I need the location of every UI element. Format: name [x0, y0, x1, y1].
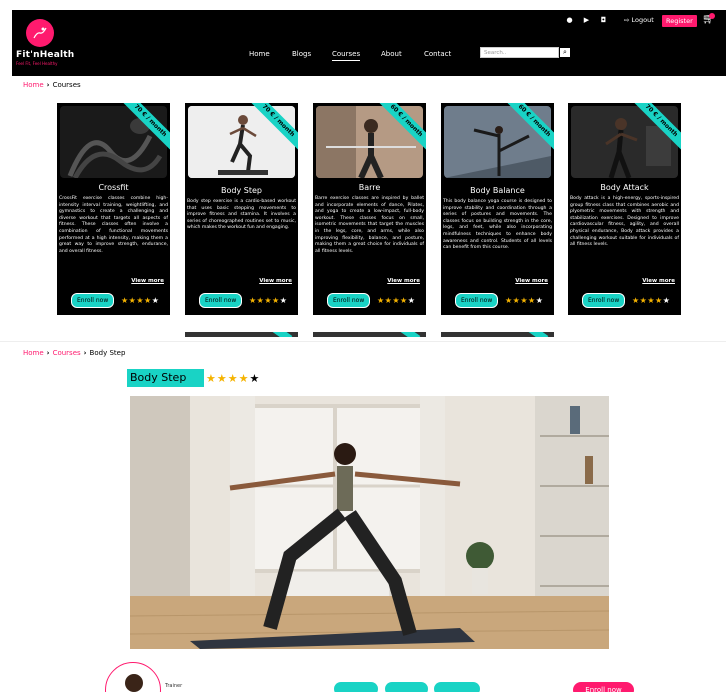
course-card-crossfit: 70 € / month Crossfit CrossFit exercise … [57, 103, 170, 315]
course-description: Barre exercise classes are inspired by b… [315, 196, 424, 254]
course-title: Barre [358, 183, 381, 192]
course-card-peek [185, 332, 298, 337]
breadcrumb-current: Body Step [89, 349, 126, 357]
brand-name: Fit'nHealth [16, 50, 75, 60]
nav-courses[interactable]: Courses [332, 50, 361, 61]
search-icon: ⌕ [563, 48, 567, 56]
breadcrumb: Home › Courses › Body Step [23, 349, 125, 357]
course-card-barre: 60 € / month Barre Barre exercise classe… [313, 103, 426, 315]
view-more-link[interactable]: View more [387, 278, 420, 284]
course-title: Crossfit [98, 183, 129, 192]
course-description: CrossFit exercise classes combine high-i… [59, 196, 168, 254]
chevron-right-icon: › [46, 81, 50, 89]
course-title: Body Balance [470, 186, 525, 195]
search-input[interactable]: Search.. [480, 47, 559, 58]
rating-stars: ★★★★★ [121, 296, 159, 305]
star-icon: ★ [662, 296, 671, 305]
course-card-body-balance: 60 € / month Body Balance This body bala… [441, 103, 554, 315]
enroll-button[interactable]: Enroll now [71, 293, 115, 308]
course-title: Body Step [221, 186, 262, 195]
info-pill[interactable] [385, 682, 428, 692]
brand-tagline: Feel Fit, Feel Healthy [16, 61, 58, 66]
enroll-button[interactable]: Enroll now [455, 293, 499, 308]
course-card-body-step: 70 € / month Body Step Body step exercis… [185, 103, 298, 315]
breadcrumb-current: Courses [52, 81, 81, 89]
rating-stars: ★★★★★ [632, 296, 670, 305]
nav-blogs[interactable]: Blogs [292, 50, 311, 58]
page: Fit'nHealth Feel Fit, Feel Healthy ● ▶ ◘… [0, 0, 726, 692]
info-pill[interactable] [434, 682, 480, 692]
logo[interactable] [26, 19, 54, 47]
course-description: Body attack is a high-energy, sports-ins… [570, 196, 679, 248]
rating-stars: ★★★★★ [249, 296, 287, 305]
logout-icon: ⇨ [624, 16, 630, 24]
rating-stars: ★★★★★ [505, 296, 543, 305]
star-icon: ★ [535, 296, 544, 305]
course-card-peek [441, 332, 554, 337]
section-divider [0, 341, 726, 342]
chevron-right-icon: › [46, 349, 50, 357]
view-more-link[interactable]: View more [642, 278, 675, 284]
enroll-button[interactable]: Enroll now [199, 293, 243, 308]
enroll-button[interactable]: Enroll now [582, 293, 626, 308]
breadcrumb-home[interactable]: Home [23, 81, 44, 89]
search-button[interactable]: ⌕ [559, 47, 571, 58]
register-button[interactable]: Register [662, 15, 697, 27]
course-description: This body balance yoga course is designe… [443, 199, 552, 251]
star-icon: ★ [279, 296, 288, 305]
course-hero-image [130, 396, 609, 649]
nav-contact[interactable]: Contact [424, 50, 451, 58]
breadcrumb-home[interactable]: Home [23, 349, 44, 357]
runner-logo-icon [33, 27, 47, 39]
nav-about[interactable]: About [381, 50, 402, 58]
star-icon: ★★★★ [632, 296, 663, 305]
nav-home[interactable]: Home [249, 50, 270, 58]
course-card-body-attack: 70 € / month Body Attack Body attack is … [568, 103, 681, 315]
view-more-link[interactable]: View more [259, 278, 292, 284]
cart-badge [709, 13, 715, 19]
course-detail-title: Body Step [127, 369, 204, 387]
star-icon: ★ [407, 296, 416, 305]
view-more-link[interactable]: View more [515, 278, 548, 284]
star-icon: ★★★★ [206, 372, 250, 385]
trainer-label: Trainer [165, 683, 183, 689]
star-icon: ★★★★ [505, 296, 536, 305]
info-pill[interactable] [334, 682, 378, 692]
star-icon: ★★★★ [121, 296, 152, 305]
rating-stars: ★★★★★ [377, 296, 415, 305]
star-icon: ★ [151, 296, 160, 305]
course-description: Body step exercise is a cardio-based wor… [187, 199, 296, 231]
star-icon: ★ [249, 372, 261, 385]
star-icon: ★★★★ [377, 296, 408, 305]
social-icons: ● ▶ ◘ [565, 15, 608, 24]
star-icon: ★★★★ [249, 296, 280, 305]
site-header: Fit'nHealth Feel Fit, Feel Healthy ● ▶ ◘… [12, 10, 726, 76]
enroll-now-button[interactable]: Enroll now [573, 682, 634, 692]
course-title: Body Attack [600, 183, 649, 192]
logout-link[interactable]: ⇨ Logout [624, 16, 654, 24]
breadcrumb-courses[interactable]: Courses [53, 349, 81, 357]
chevron-right-icon: › [83, 349, 87, 357]
breadcrumb: Home › Courses [23, 81, 81, 89]
view-more-link[interactable]: View more [131, 278, 164, 284]
rating-stars: ★★★★★ [206, 372, 260, 385]
enroll-button[interactable]: Enroll now [327, 293, 371, 308]
instagram-icon[interactable]: ◘ [599, 15, 608, 24]
trainer-avatar [105, 662, 161, 692]
facebook-icon[interactable]: ● [565, 15, 574, 24]
course-card-peek [313, 332, 426, 337]
youtube-icon[interactable]: ▶ [582, 15, 591, 24]
